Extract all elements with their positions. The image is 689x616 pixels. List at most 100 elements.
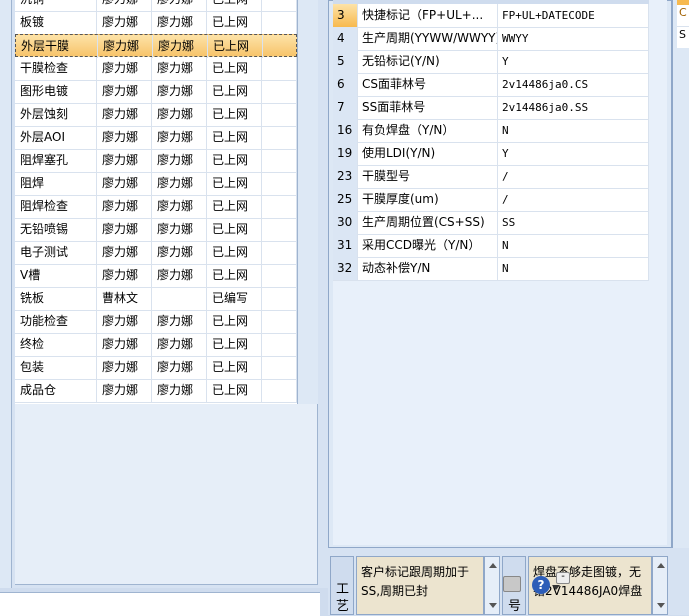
process-name-cell[interactable]: 外层AOI [15,126,97,149]
left-footer-field[interactable] [0,592,320,616]
process-person-cell[interactable]: 廖力娜 [152,57,207,80]
process-person-cell[interactable]: 廖力娜 [152,0,207,11]
process-person-cell[interactable]: 廖力娜 [152,379,207,402]
process-person-cell[interactable]: 廖力娜 [152,264,207,287]
process-extra-cell[interactable] [262,195,297,218]
process-status-cell[interactable]: 已上网 [207,356,262,379]
scroll-down-icon[interactable] [657,603,665,608]
parameter-name-cell[interactable]: 干膜型号 [358,165,498,188]
parameter-value-cell[interactable]: 2v14486ja0.SS [498,96,649,119]
process-person-cell[interactable]: 廖力娜 [97,195,152,218]
parameter-name-cell[interactable]: 采用CCD曝光（Y/N） [358,234,498,257]
process-row[interactable]: 铣板 曹林文 已编写 [15,287,297,311]
process-row[interactable]: 阻焊检查 廖力娜 廖力娜 已上网 [15,195,297,219]
parameter-row[interactable]: 5 无铅标记(Y/N) Y [333,50,649,74]
process-row[interactable]: 外层蚀刻 廖力娜 廖力娜 已上网 [15,103,297,127]
right-panel-row[interactable]: S [677,27,689,48]
parameter-value-cell[interactable]: N [498,119,649,142]
parameter-row[interactable]: 30 生产周期位置(CS+SS) SS [333,211,649,235]
process-status-cell[interactable]: 已上网 [208,35,263,58]
process-person-cell[interactable]: 廖力娜 [152,356,207,379]
process-person-cell[interactable]: 廖力娜 [97,333,152,356]
parameter-name-cell[interactable]: 使用LDI(Y/N) [358,142,498,165]
process-person-cell[interactable]: 廖力娜 [97,80,152,103]
parameter-number-cell[interactable]: 3 [333,4,358,27]
parameter-number-cell[interactable]: 19 [333,142,358,165]
parameter-number-cell[interactable]: 31 [333,234,358,257]
scroll-down-icon[interactable] [489,603,497,608]
parameter-value-cell[interactable]: FP+UL+DATECODE [498,4,649,27]
help-icon[interactable]: ? [532,576,550,594]
process-extra-cell[interactable] [262,356,297,379]
process-person-cell[interactable]: 廖力娜 [98,35,153,58]
process-person-cell[interactable]: 廖力娜 [152,172,207,195]
process-row[interactable]: V槽 廖力娜 廖力娜 已上网 [15,264,297,288]
process-status-cell[interactable]: 已上网 [207,11,262,34]
process-row[interactable]: 外层AOI 廖力娜 廖力娜 已上网 [15,126,297,150]
process-extra-cell[interactable] [262,172,297,195]
parameter-number-cell[interactable]: 23 [333,165,358,188]
process-name-cell[interactable]: 终检 [15,333,97,356]
right-panel-row[interactable]: C [677,5,689,27]
parameter-value-cell[interactable]: SS [498,211,649,234]
parameter-row[interactable]: 7 SS面菲林号 2v14486ja0.SS [333,96,649,120]
process-extra-cell[interactable] [262,57,297,80]
process-extra-cell[interactable] [262,80,297,103]
process-extra-cell[interactable] [262,264,297,287]
process-status-cell[interactable]: 已上网 [207,172,262,195]
left-splitter[interactable] [0,0,12,588]
parameter-name-cell[interactable]: 干膜厚度(um) [358,188,498,211]
process-name-cell[interactable]: 板镀 [15,11,97,34]
process-row[interactable]: 包装 廖力娜 廖力娜 已上网 [15,356,297,380]
process-person-cell[interactable]: 廖力娜 [152,103,207,126]
process-extra-cell[interactable] [262,11,297,34]
process-person-cell[interactable]: 廖力娜 [152,241,207,264]
parameter-number-cell[interactable]: 5 [333,50,358,73]
process-row[interactable]: 板镀 廖力娜 廖力娜 已上网 [15,11,297,35]
process-person-cell[interactable]: 廖力娜 [152,126,207,149]
process-row[interactable]: 无铅喷锡 廖力娜 廖力娜 已上网 [15,218,297,242]
process-person-cell[interactable]: 廖力娜 [152,80,207,103]
parameter-name-cell[interactable]: 快捷标记（FP+UL+... [358,4,498,27]
process-person-cell[interactable]: 廖力娜 [97,172,152,195]
process-status-cell[interactable]: 已上网 [207,241,262,264]
scroll-up-icon[interactable] [489,563,497,568]
parameter-number-cell[interactable]: 16 [333,119,358,142]
process-extra-cell[interactable] [262,287,297,310]
process-row[interactable]: 图形电镀 廖力娜 廖力娜 已上网 [15,80,297,104]
parameter-value-cell[interactable]: N [498,257,649,280]
process-status-cell[interactable]: 已上网 [207,80,262,103]
parameter-value-cell[interactable]: / [498,188,649,211]
process-note-tab[interactable]: 工艺 [330,556,354,615]
parameter-number-cell[interactable]: 7 [333,96,358,119]
process-name-cell[interactable]: V槽 [15,264,97,287]
parameter-name-cell[interactable]: CS面菲林号 [358,73,498,96]
process-person-cell[interactable]: 廖力娜 [97,264,152,287]
process-extra-cell[interactable] [262,241,297,264]
process-person-cell[interactable]: 廖力娜 [152,310,207,333]
process-person-cell[interactable]: 廖力娜 [152,11,207,34]
parameter-row[interactable]: 32 动态补偿Y/N N [333,257,649,281]
process-status-cell[interactable]: 已上网 [207,195,262,218]
parameter-number-cell[interactable]: 4 [333,27,358,50]
process-extra-cell[interactable] [262,379,297,402]
process-status-cell[interactable]: 已上网 [207,218,262,241]
process-name-cell[interactable]: 沉铜 [15,0,97,11]
parameter-row[interactable]: 6 CS面菲林号 2v14486ja0.CS [333,73,649,97]
process-extra-cell[interactable] [262,126,297,149]
process-extra-cell[interactable] [262,218,297,241]
minimize-button[interactable]: - [556,572,570,584]
process-status-cell[interactable]: 已上网 [207,103,262,126]
process-row[interactable]: 外层干膜 廖力娜 廖力娜 已上网 [15,34,297,58]
process-row[interactable]: 干膜检查 廖力娜 廖力娜 已上网 [15,57,297,81]
process-person-cell[interactable]: 廖力娜 [97,218,152,241]
process-status-cell[interactable]: 已上网 [207,264,262,287]
parameter-row[interactable]: 4 生产周期(YYWW/WWYY) WWYY [333,27,649,51]
process-extra-cell[interactable] [262,333,297,356]
process-name-cell[interactable]: 成品仓 [15,379,97,402]
process-name-cell[interactable]: 图形电镀 [15,80,97,103]
process-name-cell[interactable]: 电子测试 [15,241,97,264]
parameter-row[interactable]: 3 快捷标记（FP+UL+... FP+UL+DATECODE [333,4,649,28]
parameter-value-cell[interactable]: Y [498,50,649,73]
process-person-cell[interactable]: 廖力娜 [97,241,152,264]
